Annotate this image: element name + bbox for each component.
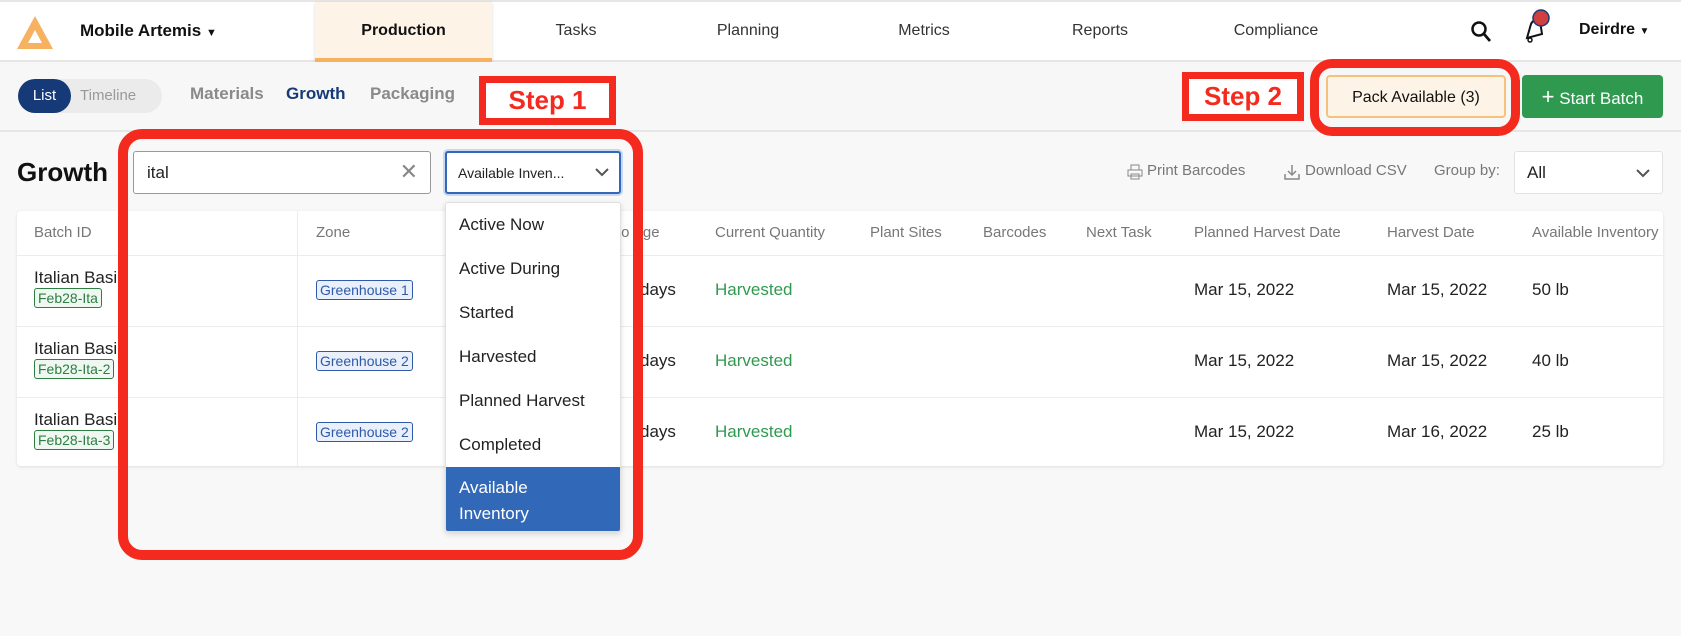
header-next-task[interactable]: Next Task — [1086, 224, 1152, 241]
page-title: Growth — [17, 157, 108, 187]
table-row[interactable]: Italian Basil Feb28-Ita-2 Greenhouse 2 da… — [17, 326, 1663, 397]
search-input[interactable]: ital ✕ — [133, 151, 431, 194]
download-icon — [1284, 165, 1300, 180]
search-icon[interactable] — [1470, 20, 1492, 44]
start-batch-button[interactable]: + Start Batch — [1522, 75, 1663, 118]
batch-cell: Italian Basil Feb28-Ita-3 — [34, 410, 126, 450]
toggle-timeline[interactable]: Timeline — [80, 79, 136, 113]
tab-planning[interactable]: Planning — [698, 2, 798, 62]
planned-harvest-cell: Mar 15, 2022 — [1194, 351, 1295, 370]
age-cell: days — [640, 422, 676, 441]
bell-icon[interactable] — [1522, 8, 1552, 44]
caret-down-icon: ▼ — [1639, 26, 1650, 37]
view-toggle: List Timeline — [18, 79, 162, 113]
batch-name[interactable]: Italian Basil — [34, 410, 126, 430]
step2-label: Step 2 — [1182, 72, 1304, 121]
harvest-date-cell: Mar 15, 2022 — [1387, 351, 1488, 370]
header-age[interactable]: to Age — [617, 224, 660, 241]
batch-name[interactable]: Italian Basil — [34, 268, 126, 288]
link-growth[interactable]: Growth — [286, 84, 346, 104]
group-by-value: All — [1527, 163, 1546, 182]
start-batch-label: Start Batch — [1559, 89, 1644, 108]
batch-tag: Feb28-Ita-2 — [34, 359, 115, 379]
header-barcodes[interactable]: Barcodes — [983, 224, 1046, 241]
harvest-date-cell: Mar 15, 2022 — [1387, 280, 1488, 299]
quantity-cell: Harvested — [715, 422, 793, 441]
zone-badge: Greenhouse 2 — [316, 422, 413, 442]
caret-down-icon: ▼ — [205, 27, 217, 39]
quantity-cell: Harvested — [715, 280, 793, 299]
header-available-inventory[interactable]: Available Inventory — [1532, 224, 1658, 241]
toggle-list[interactable]: List — [18, 79, 71, 113]
group-by-select[interactable]: All — [1514, 151, 1663, 194]
header-plant-sites[interactable]: Plant Sites — [870, 224, 942, 241]
top-navigation: Mobile Artemis ▼ Production Tasks Planni… — [0, 0, 1681, 62]
header-zone[interactable]: Zone — [316, 224, 350, 241]
filter-dropdown-menu: Active Now Active During Started Harvest… — [445, 202, 621, 532]
header-planned-harvest-date[interactable]: Planned Harvest Date — [1194, 224, 1341, 241]
option-completed[interactable]: Completed — [446, 423, 620, 467]
clear-icon[interactable]: ✕ — [400, 159, 418, 185]
user-menu[interactable]: Deirdre ▼ — [1579, 21, 1649, 39]
table-row[interactable]: Italian Basil Feb28-Ita-3 Greenhouse 2 da… — [17, 397, 1663, 466]
option-started[interactable]: Started — [446, 291, 620, 335]
quantity-cell: Harvested — [715, 351, 793, 370]
print-barcodes-button[interactable]: Print Barcodes — [1147, 162, 1245, 179]
batch-cell: Italian Basil Feb28-Ita — [34, 268, 126, 308]
org-name: Mobile Artemis — [80, 21, 202, 40]
inventory-cell: 40 lb — [1532, 351, 1569, 370]
batch-tag: Feb28-Ita — [34, 288, 102, 308]
inventory-cell: 50 lb — [1532, 280, 1569, 299]
table-row[interactable]: Italian Basil Feb28-Ita Greenhouse 1 days… — [17, 255, 1663, 326]
logo-icon — [17, 16, 53, 49]
age-cell: days — [640, 351, 676, 370]
org-switcher[interactable]: Mobile Artemis ▼ — [80, 21, 217, 41]
user-name: Deirdre — [1579, 21, 1636, 38]
chevron-down-icon — [1636, 169, 1650, 178]
tab-compliance[interactable]: Compliance — [1216, 2, 1336, 62]
download-csv-button[interactable]: Download CSV — [1305, 162, 1407, 179]
printer-icon — [1127, 164, 1143, 180]
chevron-down-icon — [595, 168, 609, 177]
option-available-inventory[interactable]: Available Inventory — [446, 467, 620, 531]
inventory-cell: 25 lb — [1532, 422, 1569, 441]
header-harvest-date[interactable]: Harvest Date — [1387, 224, 1475, 241]
zone-badge: Greenhouse 1 — [316, 280, 413, 300]
filter-value: Available Inven... — [458, 165, 565, 181]
tab-tasks[interactable]: Tasks — [526, 2, 626, 62]
group-by-label: Group by: — [1434, 162, 1500, 179]
plus-icon: + — [1541, 84, 1555, 109]
header-batch-id[interactable]: Batch ID — [34, 224, 92, 241]
sub-navigation: List Timeline Materials Growth Packaging… — [0, 62, 1681, 132]
link-packaging[interactable]: Packaging — [370, 84, 455, 104]
batch-table: Batch ID Zone to Age Current Quantity Pl… — [17, 211, 1663, 466]
pack-available-button[interactable]: Pack Available (3) — [1326, 75, 1506, 118]
planned-harvest-cell: Mar 15, 2022 — [1194, 280, 1295, 299]
tab-metrics[interactable]: Metrics — [874, 2, 974, 62]
step1-label: Step 1 — [479, 76, 616, 125]
tab-reports[interactable]: Reports — [1050, 2, 1150, 62]
zone-badge: Greenhouse 2 — [316, 351, 413, 371]
search-value: ital — [147, 163, 169, 182]
age-cell: days — [640, 280, 676, 299]
option-active-during[interactable]: Active During — [446, 247, 620, 291]
link-materials[interactable]: Materials — [190, 84, 264, 104]
batch-tag: Feb28-Ita-3 — [34, 430, 115, 450]
option-active-now[interactable]: Active Now — [446, 203, 620, 247]
batch-name[interactable]: Italian Basil — [34, 339, 126, 359]
harvest-date-cell: Mar 16, 2022 — [1387, 422, 1488, 441]
option-harvested[interactable]: Harvested — [446, 335, 620, 379]
planned-harvest-cell: Mar 15, 2022 — [1194, 422, 1295, 441]
option-planned-harvest[interactable]: Planned Harvest — [446, 379, 620, 423]
batch-cell: Italian Basil Feb28-Ita-2 — [34, 339, 126, 379]
filter-select[interactable]: Available Inven... — [445, 151, 621, 194]
tab-production[interactable]: Production — [315, 2, 492, 62]
header-current-quantity[interactable]: Current Quantity — [715, 224, 825, 241]
